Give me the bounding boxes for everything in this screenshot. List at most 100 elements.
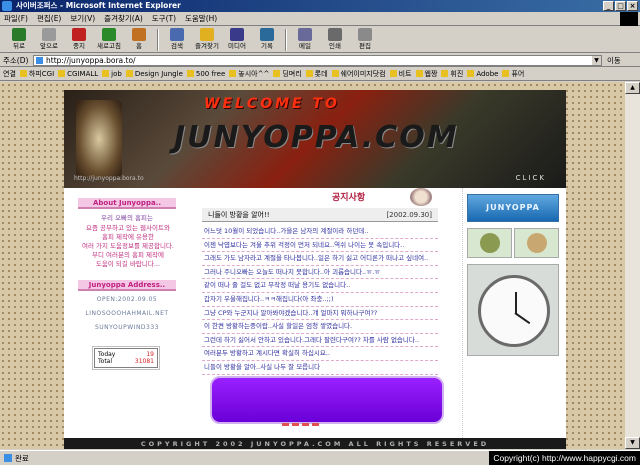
menu-bar: 파일(F) 편집(E) 보기(V) 즐겨찾기(A) 도구(T) 도움말(H) (0, 12, 640, 26)
banner-click[interactable]: CLICK (516, 174, 546, 182)
status-text: 완료 (15, 453, 29, 463)
scroll-down-icon[interactable]: ▼ (625, 437, 640, 449)
today-value: 19 (146, 351, 154, 358)
back-arrow-icon (12, 28, 26, 41)
close-button[interactable]: × (627, 1, 638, 11)
menu-file[interactable]: 파일(F) (4, 13, 28, 24)
notice-item[interactable]: 그런데 하기 싫어서 안하고 있습니다.그래다 팔련다구여?? 차를 사람 없습… (202, 334, 438, 348)
link-item[interactable]: job (102, 70, 122, 78)
search-label: 검색 (171, 42, 183, 50)
link-item[interactable]: 쉐어이미지닷컴 (332, 69, 386, 79)
history-icon (260, 28, 274, 41)
menu-tools[interactable]: 도구(T) (152, 13, 176, 24)
contact-id: SUNYOUPWIND333 (94, 324, 160, 331)
page-done-icon (4, 454, 12, 462)
link-item[interactable]: 비트 (390, 69, 412, 79)
link-item[interactable]: 놓시아^^ (229, 69, 269, 79)
web-page: WELCOME TO JUNYOPPA.COM http://junyoppa.… (64, 90, 566, 449)
notice-item[interactable]: 이 한켠 방황하는중이랍..사실 할일은 엄청 쌓였습니다. (202, 320, 438, 334)
home-button[interactable]: 홈 (124, 27, 154, 52)
banner-logo: JUNYOPPA.COM (174, 120, 459, 155)
notice-item[interactable]: 그러나 주니오빠는 오늘도 떠나지 못합니다..아 괴롭습니다..ㅠ.ㅠ (202, 266, 438, 280)
purple-banner[interactable] (210, 376, 444, 426)
ie-logo-icon (2, 1, 12, 11)
link-item[interactable]: 휘진 (441, 69, 463, 79)
notice-header-text: 니들이 방황을 알어!! (208, 210, 270, 219)
link-item[interactable]: 딩며리 (273, 69, 301, 79)
media-icon (230, 28, 244, 41)
vertical-scrollbar[interactable]: ▲ ▼ (625, 82, 640, 449)
email-address[interactable]: LINOSOOOHAHMAIL.NET (74, 310, 180, 317)
print-button[interactable]: 인쇄 (320, 27, 350, 52)
toolbar-separator (157, 29, 159, 51)
link-item[interactable]: CGIMALL (58, 70, 98, 78)
notice-item[interactable]: 그래도 가도 남자라고 계절을 타나봅니다..일은 하기 싫고 어디론가 떠나고… (202, 252, 438, 266)
go-button[interactable]: 이동 (607, 55, 621, 66)
about-line: 여러 가지 도움정보를 제공합니다. (82, 242, 174, 250)
stop-button[interactable]: 중지 (64, 27, 94, 52)
about-heading: About Junyoppa.. (78, 198, 176, 209)
notice-header[interactable]: 니들이 방황을 알어!! [2002.09.30] (202, 208, 438, 222)
scroll-up-icon[interactable]: ▲ (625, 82, 640, 94)
total-label: Total (98, 358, 113, 365)
chevron-down-icon[interactable]: ▼ (592, 55, 601, 65)
notice-item[interactable]: 여러분두 방황하고 계시다면 확실히 하십시요.. (202, 347, 438, 361)
forward-label: 앞으로 (40, 42, 58, 50)
notice-item[interactable]: 니들이 방황을 알아..사실 나두 잘 모릅니다 (202, 361, 438, 375)
notice-item[interactable]: 같이 떠나 줄 걸도 없고 무작정 떠날 용기도 없습니다.. (202, 279, 438, 293)
menu-help[interactable]: 도움말(H) (185, 13, 217, 24)
character-face-icon (514, 228, 559, 258)
banner-dots (282, 423, 319, 426)
edit-label: 편집 (359, 42, 371, 50)
page-footer: COPYRIGHT 2002 JUNYOPPA.COM ALL RIGHTS R… (64, 438, 566, 449)
notice-item[interactable]: 그냥 CP와 누군지나 알아봐야겠습니다..걔 얼마지 뭐하나구여?? (202, 307, 438, 321)
character-icon (410, 188, 432, 206)
link-item[interactable]: 500 free (187, 70, 225, 78)
search-button[interactable]: 검색 (162, 27, 192, 52)
right-column: JUNYOPPA (462, 188, 566, 438)
refresh-icon (102, 28, 116, 41)
link-item[interactable]: 웹짱 (416, 69, 438, 79)
copyright-notice: Copyright(c) http://www.happycgi.com (489, 451, 640, 465)
clock-widget (467, 264, 559, 356)
notice-date: [2002.09.30] (386, 210, 432, 219)
media-button[interactable]: 미디어 (222, 27, 252, 52)
history-button[interactable]: 기록 (252, 27, 282, 52)
window-title: 사이버조퍼스 - Microsoft Internet Explorer (16, 1, 181, 10)
page-icon (36, 56, 43, 64)
about-line: 부디 여러분의 홈피 제작에 (92, 251, 164, 259)
link-item[interactable]: 퓨어 (502, 69, 524, 79)
minimize-button[interactable]: _ (603, 1, 614, 11)
notice-item[interactable]: 어느덧 10월이 되었습니다..가을은 남자의 계절이라 하던데.. (202, 225, 438, 239)
link-item[interactable]: 롯데 (306, 69, 328, 79)
favorites-button[interactable]: 즐겨찾기 (192, 27, 222, 52)
top-banner[interactable]: WELCOME TO JUNYOPPA.COM http://junyoppa.… (64, 90, 566, 188)
forward-button[interactable]: 앞으로 (34, 27, 64, 52)
menu-edit[interactable]: 편집(E) (37, 13, 61, 24)
mail-icon (298, 28, 312, 41)
back-button[interactable]: 뒤로 (4, 27, 34, 52)
notice-item[interactable]: 갑자기 우울해집니다..ㅋㅋ해집니다(아 좌충..;;) (202, 293, 438, 307)
address-input[interactable]: http://junyoppa.bora.to/ ▼ (33, 54, 602, 66)
hourglass-icon (76, 100, 122, 178)
open-date: OPEN:2002.09.05 (96, 296, 158, 303)
menu-view[interactable]: 보기(V) (70, 13, 95, 24)
right-logo[interactable]: JUNYOPPA (467, 194, 559, 222)
media-label: 미디어 (228, 42, 246, 50)
refresh-button[interactable]: 새로고침 (94, 27, 124, 52)
standard-toolbar: 뒤로 앞으로 중지 새로고침 홈 검색 즐겨찾기 미디어 기록 메일 인쇄 편집 (0, 27, 640, 53)
refresh-label: 새로고침 (97, 42, 121, 50)
link-item[interactable]: 하피CGI (20, 69, 54, 79)
mail-label: 메일 (299, 42, 311, 50)
window-titlebar: 사이버조퍼스 - Microsoft Internet Explorer _ □… (0, 0, 640, 12)
link-item[interactable]: Adobe (467, 70, 498, 78)
home-label: 홈 (136, 42, 142, 50)
menu-favorites[interactable]: 즐겨찾기(A) (104, 13, 143, 24)
mail-button[interactable]: 메일 (290, 27, 320, 52)
notice-title: 공지사항 (332, 193, 366, 203)
notice-item[interactable]: 이젠 낙엽보다는 겨울 추위 걱정이 먼저 되네요..역쉬 나이는 못 속입니다… (202, 239, 438, 253)
maximize-button[interactable]: □ (615, 1, 626, 11)
link-item[interactable]: Design Jungle (126, 70, 183, 78)
page-viewport: WELCOME TO JUNYOPPA.COM http://junyoppa.… (0, 82, 625, 449)
edit-button[interactable]: 편집 (350, 27, 380, 52)
